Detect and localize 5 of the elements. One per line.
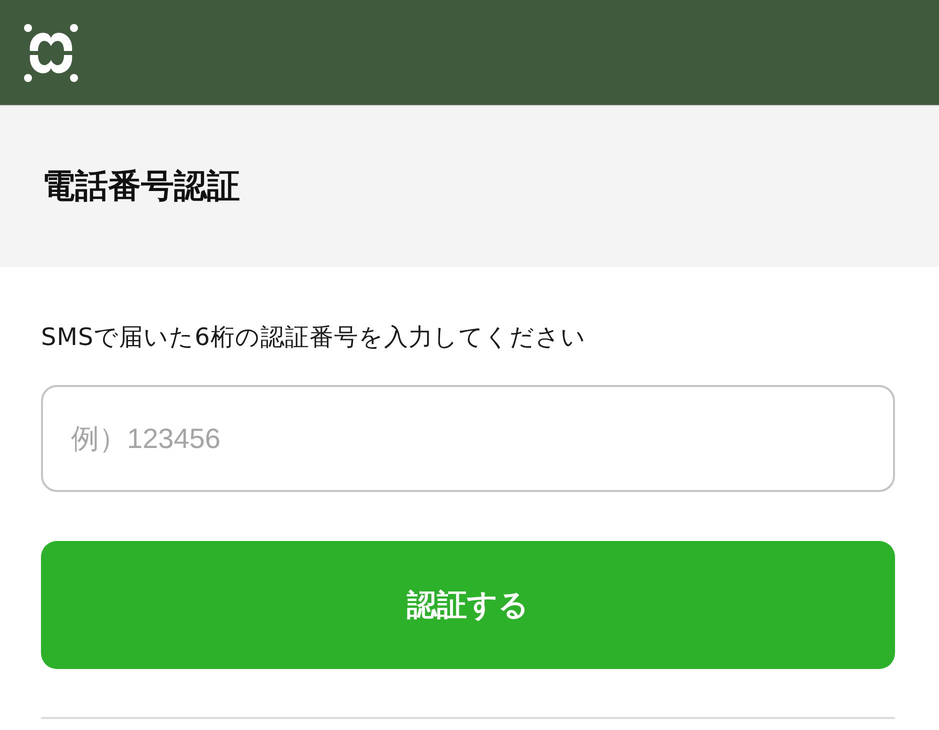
verify-button[interactable]: 認証する: [41, 541, 895, 669]
page-title: 電話番号認証: [42, 165, 240, 207]
instruction-text: SMSで届いた6桁の認証番号を入力してください: [41, 322, 587, 353]
logo-icon: [24, 24, 78, 82]
code-input-field[interactable]: 例）123456: [41, 385, 895, 492]
